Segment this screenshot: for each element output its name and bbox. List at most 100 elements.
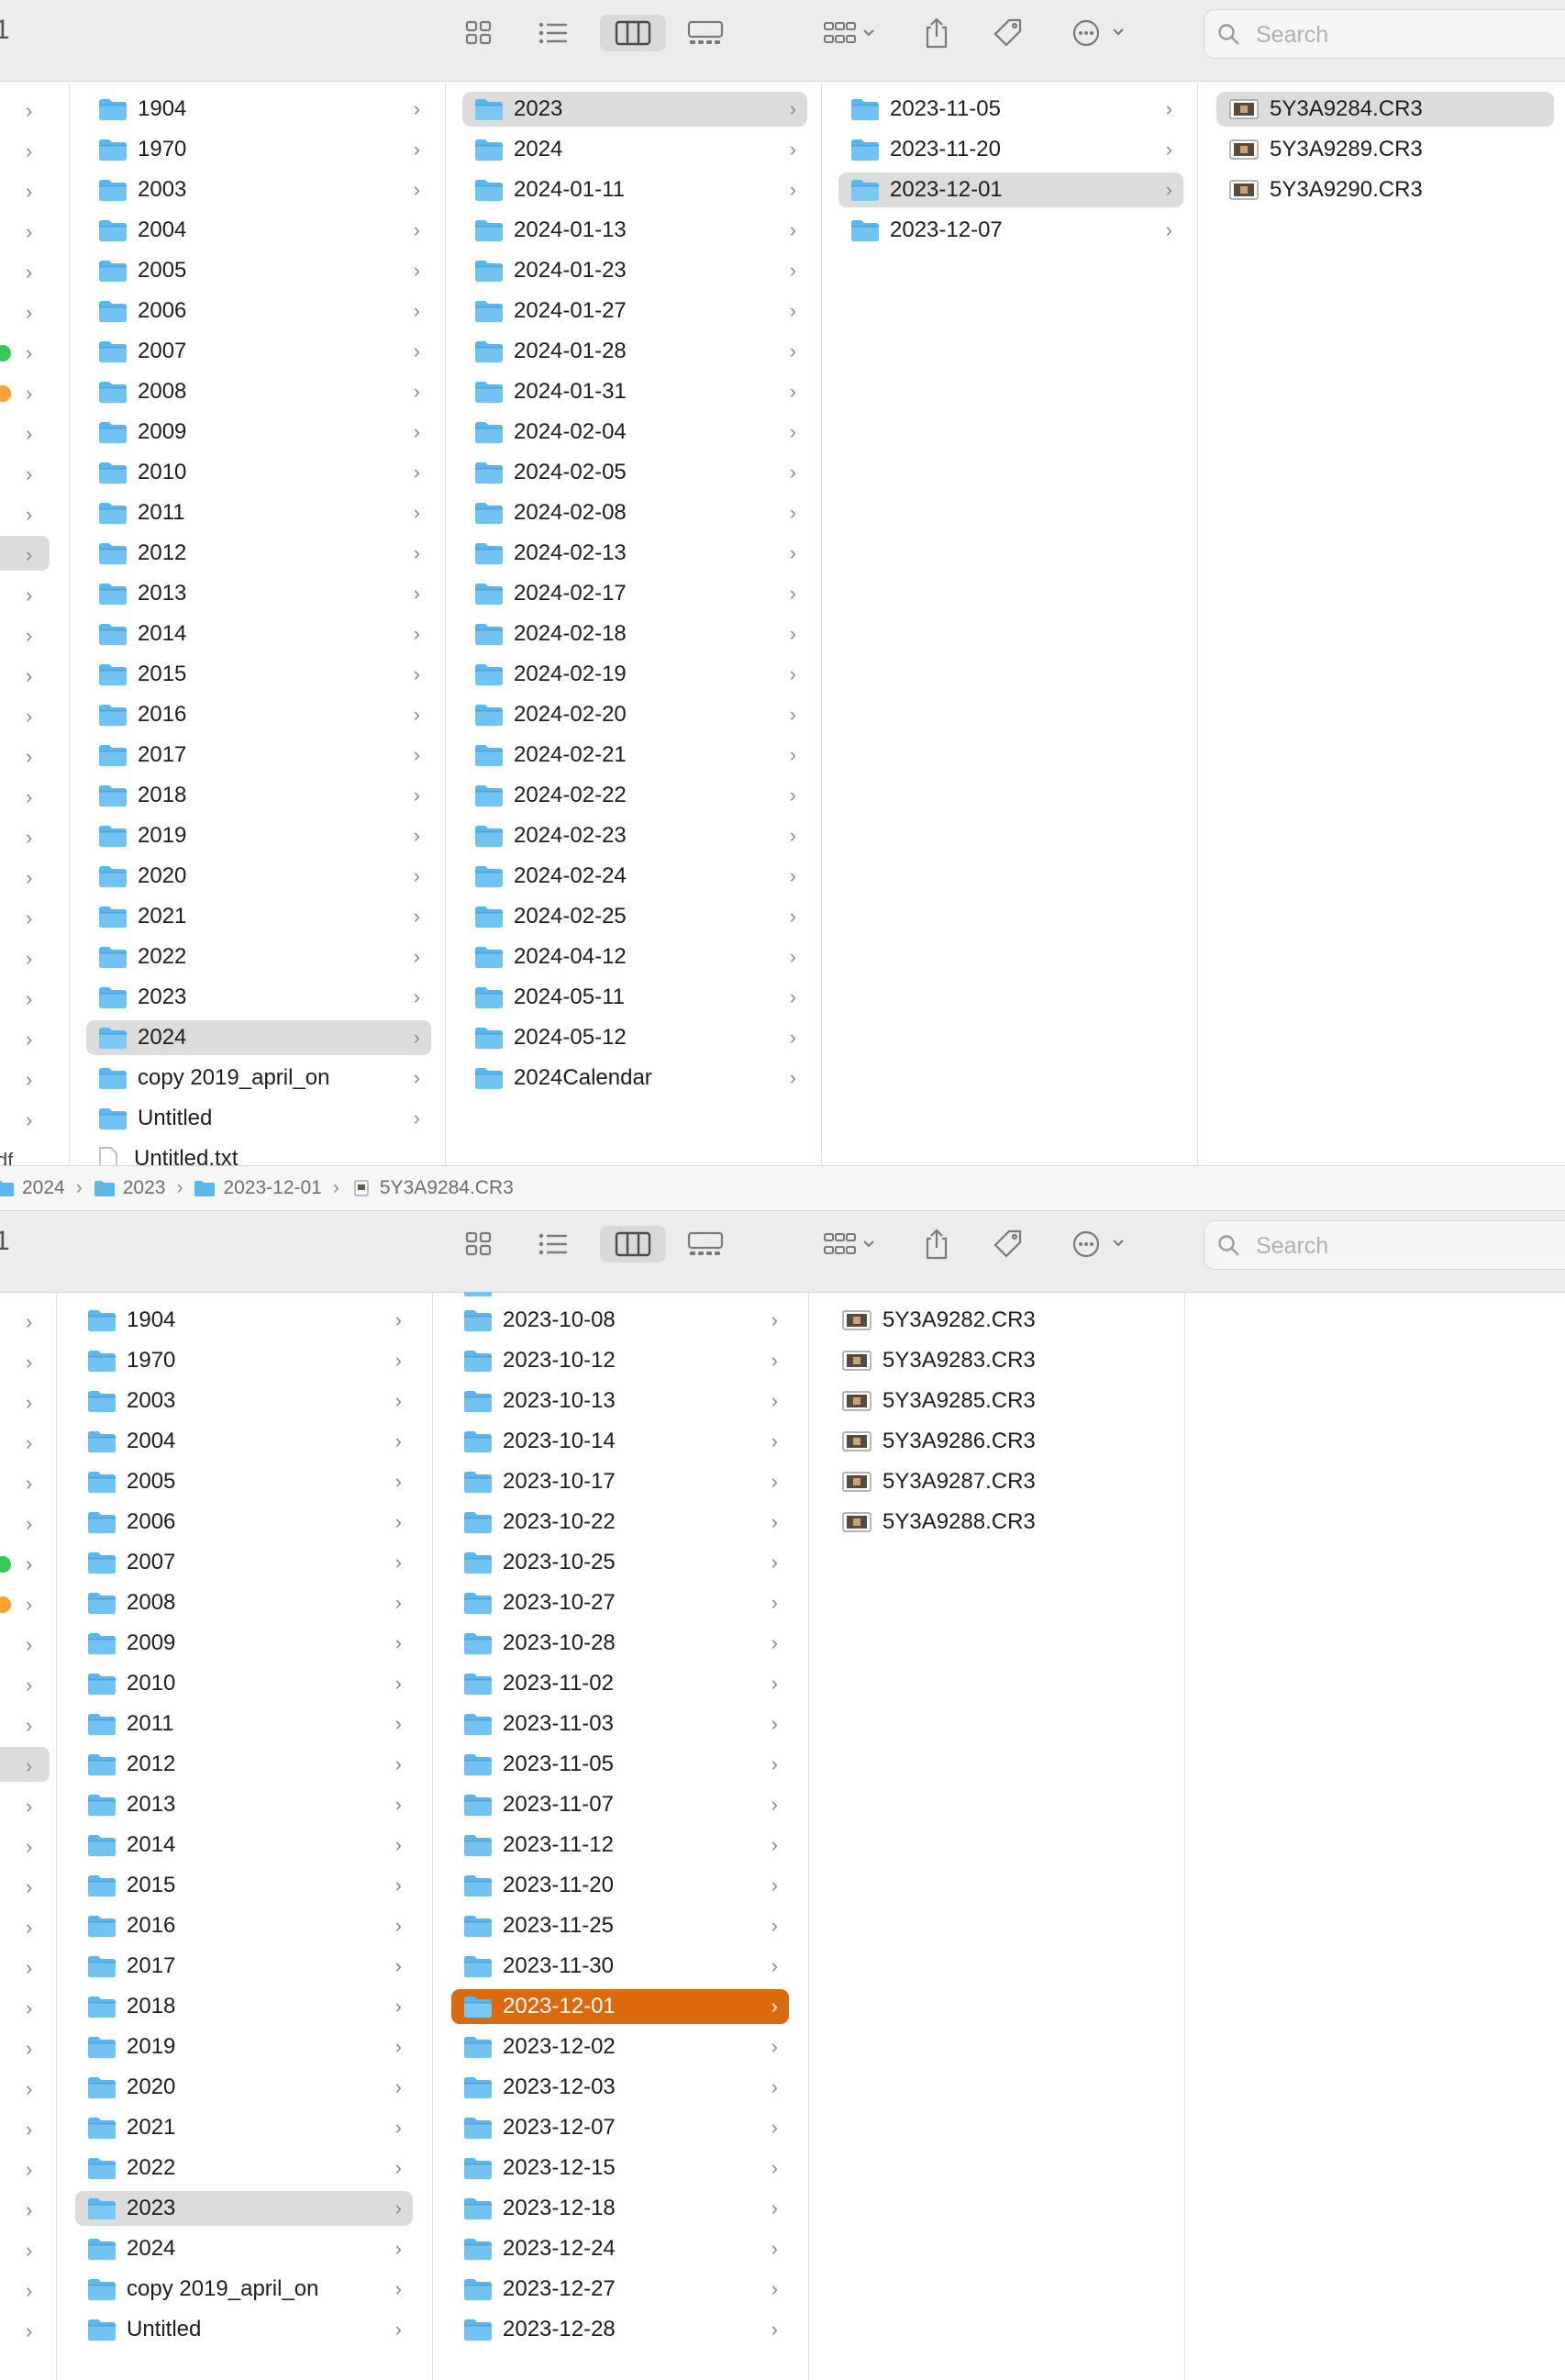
sidebar-row[interactable]: › bbox=[0, 92, 50, 127]
sidebar-row[interactable]: › bbox=[0, 1464, 50, 1499]
folder-item[interactable]: 2020 › bbox=[75, 2070, 413, 2105]
folder-item[interactable]: 2010 › bbox=[75, 1666, 413, 1701]
file-item[interactable]: 5Y3A9288.CR3 bbox=[831, 1505, 1161, 1540]
folder-item[interactable]: 2007 › bbox=[86, 334, 431, 369]
sidebar-row[interactable]: › bbox=[0, 1505, 50, 1540]
folder-item[interactable]: 1970 › bbox=[75, 1343, 413, 1378]
folder-item[interactable]: 2024-01-31 › bbox=[462, 374, 807, 409]
folder-item[interactable]: 2016 › bbox=[75, 1908, 413, 1943]
sidebar-row[interactable]: › bbox=[0, 778, 50, 813]
folder-item[interactable]: 2021 › bbox=[75, 2110, 413, 2145]
path-item[interactable]: 5Y3A9284.CR3 bbox=[350, 1177, 514, 1199]
search-input[interactable] bbox=[1254, 1230, 1565, 1262]
sidebar-row[interactable]: › bbox=[0, 253, 50, 288]
file-item-partial[interactable]: Untitled.txt bbox=[86, 1141, 431, 1165]
sidebar-row[interactable]: › bbox=[0, 738, 50, 773]
file-item[interactable]: 5Y3A9285.CR3 bbox=[831, 1384, 1161, 1418]
folder-item[interactable]: 2024-04-12 › bbox=[462, 940, 807, 974]
folder-item[interactable]: 2022 › bbox=[75, 2151, 413, 2185]
file-item[interactable]: 5Y3A9289.CR3 bbox=[1216, 132, 1554, 167]
folder-item[interactable]: 2023-11-02 › bbox=[451, 1666, 789, 1701]
folder-item[interactable]: copy 2019_april_on › bbox=[86, 1061, 431, 1095]
folder-item[interactable]: 2019 › bbox=[86, 818, 431, 853]
folder-item[interactable]: 2024-05-12 › bbox=[462, 1020, 807, 1055]
path-item[interactable]: 2023-12-01 bbox=[194, 1177, 322, 1199]
sidebar-row[interactable]: › bbox=[0, 697, 50, 732]
path-item[interactable]: 2023 bbox=[94, 1177, 165, 1199]
folder-item[interactable]: 2023-12-15 › bbox=[451, 2151, 789, 2185]
folder-item[interactable]: 2023-12-28 › bbox=[451, 2312, 789, 2347]
folder-item[interactable]: 2023-11-20 › bbox=[838, 132, 1183, 167]
folder-item[interactable]: 2024-02-08 › bbox=[462, 495, 807, 530]
icon-view-button[interactable] bbox=[450, 15, 507, 51]
folder-item[interactable]: 2014 › bbox=[86, 617, 431, 651]
sidebar-row[interactable]: › bbox=[0, 2272, 50, 2307]
list-view-button[interactable] bbox=[525, 15, 582, 51]
icon-view-button[interactable] bbox=[450, 1226, 507, 1262]
folder-item[interactable]: 1904 › bbox=[75, 1303, 413, 1338]
folder-item[interactable]: 2009 › bbox=[75, 1626, 413, 1661]
folder-item[interactable]: 2024-02-04 › bbox=[462, 415, 807, 450]
folder-item[interactable]: 2023-10-22 › bbox=[451, 1505, 789, 1540]
sidebar-row[interactable]: › bbox=[0, 132, 50, 167]
folder-item[interactable]: 2024-02-21 › bbox=[462, 738, 807, 773]
folder-item[interactable]: 2024-02-18 › bbox=[462, 617, 807, 651]
sidebar-row[interactable]: › bbox=[0, 1585, 50, 1620]
folder-item[interactable]: 2024-02-17 › bbox=[462, 576, 807, 611]
folder-item[interactable]: 2024-01-27 › bbox=[462, 294, 807, 328]
folder-item[interactable]: 2005 › bbox=[75, 1464, 413, 1499]
search-field[interactable] bbox=[1204, 1220, 1565, 1270]
sidebar-row[interactable]: › bbox=[0, 657, 50, 692]
list-view-button[interactable] bbox=[525, 1226, 582, 1262]
folder-item[interactable]: 2024-02-13 › bbox=[462, 536, 807, 571]
folder-item[interactable]: 2008 › bbox=[86, 374, 431, 409]
sidebar-row[interactable]: › bbox=[0, 940, 50, 974]
folder-item[interactable]: 2023-10-08 › bbox=[451, 1303, 789, 1338]
folder-item[interactable]: 2008 › bbox=[75, 1585, 413, 1620]
folder-item[interactable]: 2014 › bbox=[75, 1828, 413, 1863]
folder-item[interactable]: 2023-11-07 › bbox=[451, 1787, 789, 1822]
sidebar-row[interactable]: › bbox=[0, 1747, 50, 1782]
folder-item[interactable]: Untitled › bbox=[86, 1101, 431, 1136]
sidebar-row[interactable]: › bbox=[0, 415, 50, 450]
folder-item[interactable]: 2012 › bbox=[86, 536, 431, 571]
folder-item[interactable]: 2017 › bbox=[75, 1949, 413, 1984]
sidebar-row[interactable]: › bbox=[0, 2110, 50, 2145]
sidebar-row[interactable]: › bbox=[0, 1626, 50, 1661]
file-item[interactable]: 5Y3A9286.CR3 bbox=[831, 1424, 1161, 1459]
folder-item[interactable]: 2019 › bbox=[75, 2030, 413, 2064]
folder-item[interactable]: 2024-02-05 › bbox=[462, 455, 807, 490]
sidebar-row[interactable]: › bbox=[0, 617, 50, 651]
folder-item[interactable]: 2011 › bbox=[86, 495, 431, 530]
folder-item[interactable]: 2023-10-28 › bbox=[451, 1626, 789, 1661]
folder-item[interactable]: 2021 › bbox=[86, 899, 431, 934]
folder-item[interactable]: 2022 › bbox=[86, 940, 431, 974]
file-item[interactable]: 5Y3A9282.CR3 bbox=[831, 1303, 1161, 1338]
file-item[interactable]: 5Y3A9284.CR3 bbox=[1216, 92, 1554, 127]
folder-item[interactable]: 2023 › bbox=[86, 980, 431, 1015]
more-actions-button[interactable] bbox=[1064, 1226, 1134, 1262]
sidebar-row[interactable]: › bbox=[0, 1343, 50, 1378]
folder-item[interactable]: 2024 › bbox=[462, 132, 807, 167]
sidebar-row[interactable]: › bbox=[0, 2070, 50, 2105]
folder-item[interactable]: 2023-10-27 › bbox=[451, 1585, 789, 1620]
folder-item[interactable]: 2024-02-23 › bbox=[462, 818, 807, 853]
sidebar-row[interactable]: › bbox=[0, 2312, 50, 2347]
folder-item[interactable]: 2024-02-22 › bbox=[462, 778, 807, 813]
folder-item[interactable]: 2016 › bbox=[86, 697, 431, 732]
sidebar-row[interactable]: › bbox=[0, 2030, 50, 2064]
sidebar-row[interactable]: › bbox=[0, 1949, 50, 1984]
sidebar-row[interactable]: › bbox=[0, 576, 50, 611]
folder-item[interactable]: 2023-11-03 › bbox=[451, 1707, 789, 1741]
folder-item[interactable]: 2023-11-05 › bbox=[838, 92, 1183, 127]
folder-item[interactable]: 2007 › bbox=[75, 1545, 413, 1580]
folder-item[interactable]: 2006 › bbox=[75, 1505, 413, 1540]
file-item[interactable]: 5Y3A9290.CR3 bbox=[1216, 172, 1554, 207]
folder-item[interactable]: 2024-01-28 › bbox=[462, 334, 807, 369]
file-item[interactable]: 5Y3A9283.CR3 bbox=[831, 1343, 1161, 1378]
sidebar-row[interactable]: › bbox=[0, 1545, 50, 1580]
folder-item[interactable]: 2003 › bbox=[86, 172, 431, 207]
tags-button[interactable] bbox=[980, 1226, 1037, 1262]
sidebar-row[interactable]: › bbox=[0, 1384, 50, 1418]
folder-item[interactable]: 2010 › bbox=[86, 455, 431, 490]
